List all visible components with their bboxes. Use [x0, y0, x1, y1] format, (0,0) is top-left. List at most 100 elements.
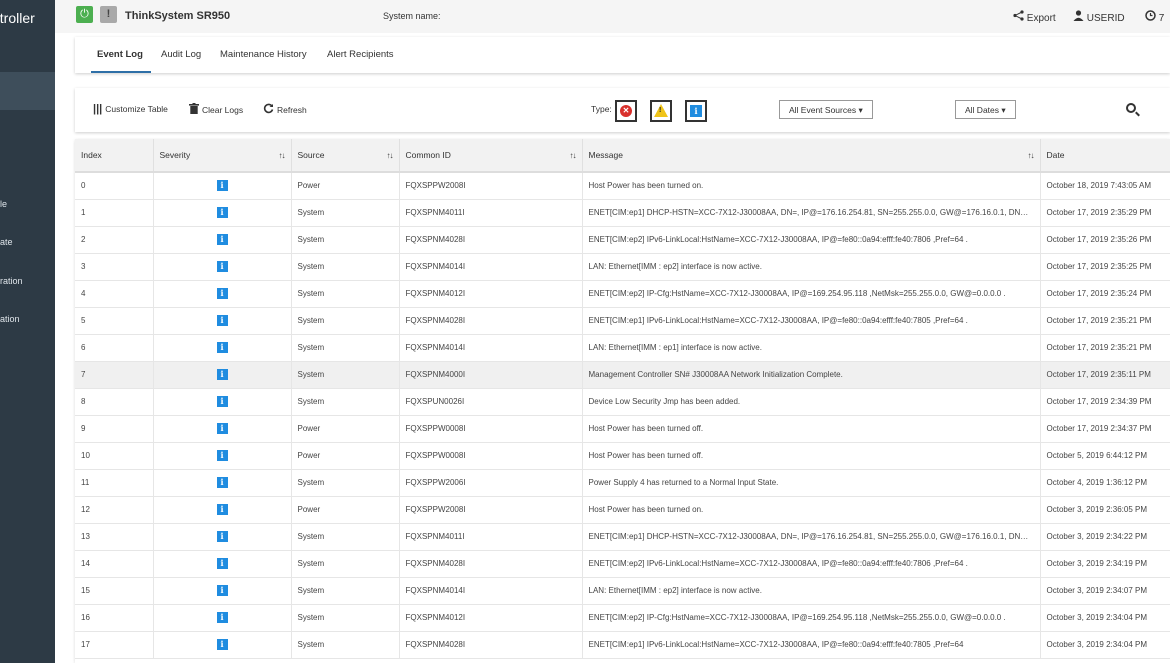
cell-date: October 17, 2019 2:34:37 PM — [1040, 415, 1170, 443]
info-severity-icon: i — [216, 450, 228, 461]
filter-warning-toggle[interactable]: ! — [650, 100, 672, 122]
clear-logs-button[interactable]: Clear Logs — [189, 103, 243, 116]
event-sources-dropdown[interactable]: All Event Sources ▾ — [779, 100, 873, 119]
cell-index: 17 — [75, 631, 154, 659]
sort-icon[interactable]: ↑↓ — [570, 151, 577, 160]
table-row[interactable]: 3 i System FQXSPNM4014I LAN: Ethernet[IMM : … — [75, 253, 1170, 281]
event-log-table: Index Severity ↑↓ Source ↑↓ Common ID ↑↓ Me… — [75, 139, 1170, 663]
table-row[interactable]: 17 i System FQXSPNM4028I ENET[CIM:ep1] IPv6-… — [75, 631, 1170, 659]
table-row[interactable]: 0 i Power FQXSPPW2008I Host Power has been t… — [75, 172, 1170, 200]
trash-icon — [189, 103, 199, 116]
table-row[interactable]: 10 i Power FQXSPPW0008I Host Power has been … — [75, 442, 1170, 470]
cell-source: System — [291, 469, 400, 497]
info-severity-icon: i — [216, 288, 228, 299]
info-severity-icon: i — [216, 261, 228, 272]
table-row[interactable]: 7 i System FQXSPNM4000I Management Controlle… — [75, 361, 1170, 389]
column-header-source[interactable]: Source ↑↓ — [291, 139, 400, 173]
sort-icon[interactable]: ↑↓ — [387, 151, 394, 160]
cell-source: Power — [291, 496, 400, 524]
cell-source: System — [291, 307, 400, 335]
cell-date: October 3, 2019 2:34:19 PM — [1040, 550, 1170, 578]
cell-severity: i — [153, 253, 292, 281]
table-row[interactable]: 6 i System FQXSPNM4014I LAN: Ethernet[IMM : … — [75, 334, 1170, 362]
info-severity-icon: i — [216, 234, 228, 245]
warning-status-icon[interactable]: ! — [100, 6, 117, 23]
table-row[interactable]: 13 i System FQXSPNM4011I ENET[CIM:ep1] DHCP-… — [75, 523, 1170, 551]
sidebar-active-item[interactable] — [0, 72, 55, 110]
table-row[interactable]: 4 i System FQXSPNM4012I ENET[CIM:ep2] IP-Cfg… — [75, 280, 1170, 308]
cell-index: 4 — [75, 280, 154, 308]
sidebar-item-2[interactable]: ate — [0, 237, 55, 247]
info-severity-icon: i — [216, 612, 228, 623]
sidebar-item-1[interactable]: le — [0, 199, 55, 209]
customize-table-button[interactable]: ||| Customize Table — [93, 103, 168, 115]
cell-message: Host Power has been turned on. — [582, 496, 1041, 524]
column-header-common-id[interactable]: Common ID ↑↓ — [399, 139, 583, 173]
table-row[interactable]: 12 i Power FQXSPPW2008I Host Power has been … — [75, 496, 1170, 524]
cell-index: 7 — [75, 361, 154, 389]
refresh-button[interactable]: Refresh — [263, 103, 307, 116]
cell-source: System — [291, 550, 400, 578]
user-label: USERID — [1086, 13, 1125, 24]
refresh-label: Refresh — [277, 104, 307, 115]
table-row[interactable]: 16 i System FQXSPNM4012I ENET[CIM:ep2] IP-Cf… — [75, 604, 1170, 632]
clock-display: 7 — [1145, 10, 1164, 24]
sort-icon[interactable]: ↑↓ — [279, 151, 286, 160]
cell-message: Host Power has been turned off. — [582, 442, 1041, 470]
cell-index: 5 — [75, 307, 154, 335]
column-header-message[interactable]: Message ↑↓ — [582, 139, 1041, 173]
table-row[interactable]: 1 i System FQXSPNM4011I ENET[CIM:ep1] DHCP-H… — [75, 199, 1170, 227]
cell-index: 1 — [75, 199, 154, 227]
cell-date: October 5, 2019 6:44:12 PM — [1040, 442, 1170, 470]
cell-index: 13 — [75, 523, 154, 551]
power-status-icon[interactable]: ⏻ — [76, 6, 93, 23]
cell-date: October 17, 2019 2:35:25 PM — [1040, 253, 1170, 281]
column-header-severity[interactable]: Severity ↑↓ — [153, 139, 292, 173]
user-icon — [1073, 10, 1084, 24]
cell-severity: i — [153, 577, 292, 605]
cell-common-id: FQXSPNM4000I — [399, 361, 583, 389]
column-header-date[interactable]: Date — [1040, 139, 1170, 173]
column-header-index[interactable]: Index — [75, 139, 154, 173]
cell-severity: i — [153, 307, 292, 335]
table-row[interactable]: 14 i System FQXSPNM4028I ENET[CIM:ep2] IPv6-… — [75, 550, 1170, 578]
tab-audit-log[interactable]: Audit Log — [161, 49, 201, 60]
type-filter-label: Type: — [591, 104, 612, 114]
cell-severity: i — [153, 172, 292, 200]
table-row[interactable]: 5 i System FQXSPNM4028I ENET[CIM:ep1] IPv6-L… — [75, 307, 1170, 335]
export-button[interactable]: Export — [1013, 10, 1056, 24]
cell-common-id: FQXSPNM4014I — [399, 577, 583, 605]
dates-dropdown[interactable]: All Dates ▾ — [955, 100, 1016, 119]
cell-severity: i — [153, 523, 292, 551]
cell-date: October 18, 2019 7:43:05 AM — [1040, 172, 1170, 200]
info-severity-icon: i — [216, 477, 228, 488]
sidebar-item-3[interactable]: ration — [0, 276, 55, 286]
cell-severity: i — [153, 199, 292, 227]
sort-icon[interactable]: ↑↓ — [1028, 151, 1035, 160]
filter-info-toggle[interactable]: i — [685, 100, 707, 122]
tab-alert-recipients[interactable]: Alert Recipients — [327, 49, 394, 60]
search-icon[interactable] — [1126, 103, 1136, 113]
info-severity-icon: i — [216, 423, 228, 434]
table-row[interactable]: 8 i System FQXSPUN0026I Device Low Security … — [75, 388, 1170, 416]
cell-message: ENET[CIM:ep2] IP-Cfg:HstName=XCC-7X12-J3… — [582, 604, 1041, 632]
table-row[interactable]: 11 i System FQXSPPW2006I Power Supply 4 has … — [75, 469, 1170, 497]
cell-index: 2 — [75, 226, 154, 254]
sidebar-item-4[interactable]: ation — [0, 314, 55, 324]
cell-date: October 17, 2019 2:35:29 PM — [1040, 199, 1170, 227]
info-severity-icon: i — [216, 180, 228, 192]
tab-event-log[interactable]: Event Log — [97, 49, 143, 60]
cell-severity: i — [153, 631, 292, 659]
cell-source: System — [291, 523, 400, 551]
tab-maintenance-history[interactable]: Maintenance History — [220, 49, 307, 60]
cell-message: LAN: Ethernet[IMM : ep2] interface is no… — [582, 253, 1041, 281]
customize-table-label: Customize Table — [105, 104, 168, 114]
table-row[interactable]: 9 i Power FQXSPPW0008I Host Power has been t… — [75, 415, 1170, 443]
table-row[interactable]: 15 i System FQXSPNM4014I LAN: Ethernet[IMM :… — [75, 577, 1170, 605]
filter-error-toggle[interactable]: ✕ — [615, 100, 637, 122]
cell-index: 8 — [75, 388, 154, 416]
top-bar: ⏻ ! ThinkSystem SR950 System name: Expor… — [55, 0, 1170, 33]
cell-index: 0 — [75, 172, 154, 200]
table-row[interactable]: 2 i System FQXSPNM4028I ENET[CIM:ep2] IPv6-L… — [75, 226, 1170, 254]
user-menu[interactable]: USERID — [1073, 10, 1125, 24]
